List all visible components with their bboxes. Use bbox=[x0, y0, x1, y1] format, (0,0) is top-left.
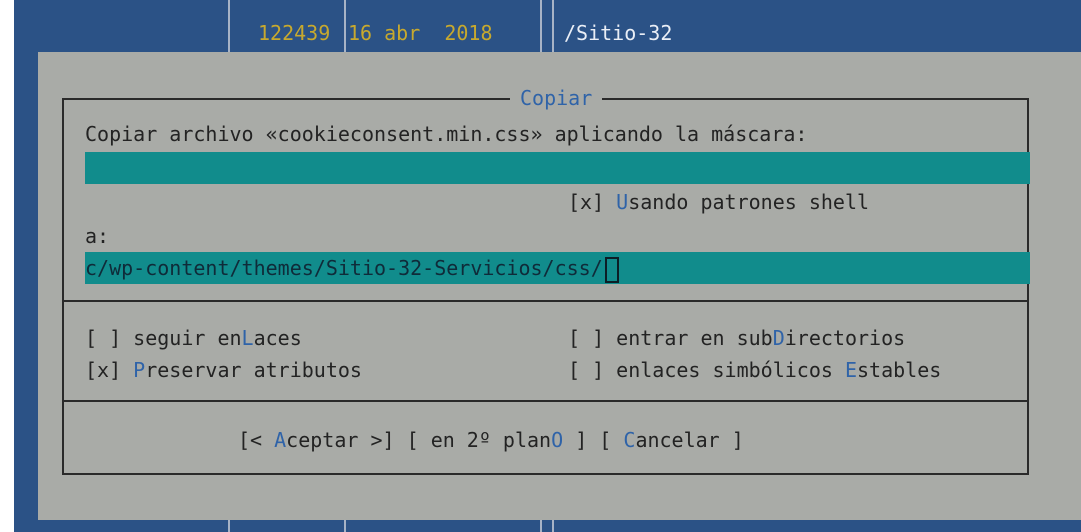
stable-symlinks-checkbox[interactable]: [ ] enlaces simbólicos Estables bbox=[568, 356, 941, 384]
hotkey-letter: O bbox=[551, 428, 564, 452]
section-divider bbox=[64, 300, 1027, 302]
destination-label: a: bbox=[85, 224, 110, 248]
preserve-attributes-checkbox[interactable]: [x] Preservar atributos bbox=[85, 356, 362, 384]
checkbox-mark: [ ] bbox=[85, 326, 122, 350]
checkbox-mark: [x] bbox=[85, 358, 122, 382]
copy-dialog-frame: Copiar Copiar archivo «cookieconsent.min… bbox=[62, 84, 1030, 475]
hotkey-letter: C bbox=[623, 428, 636, 452]
checkbox-mark: [ ] bbox=[568, 326, 605, 350]
copy-dialog: Copiar Copiar archivo «cookieconsent.min… bbox=[38, 52, 1081, 520]
button-row: [< Aceptar >] [ en 2º planO ] [ Cancelar… bbox=[238, 426, 744, 454]
file-size-cell: 122439 bbox=[258, 21, 331, 45]
background-button[interactable]: [ en 2º planO ] bbox=[407, 428, 588, 452]
hotkey-letter: L bbox=[241, 326, 254, 350]
follow-links-checkbox[interactable]: [ ] seguir enLaces bbox=[85, 324, 302, 352]
text-cursor bbox=[604, 256, 619, 283]
hotkey-letter: D bbox=[772, 326, 785, 350]
dialog-title: Copiar bbox=[510, 84, 603, 112]
destination-input[interactable]: c/wp-content/themes/Sitio-32-Servicios/c… bbox=[85, 252, 1030, 284]
hotkey-letter: E bbox=[844, 358, 857, 382]
hotkey-letter: A bbox=[274, 428, 287, 452]
dive-subdirectories-checkbox[interactable]: [ ] entrar en subDirectorios bbox=[568, 324, 905, 352]
copy-prompt-label: Copiar archivo «cookieconsent.min.css» a… bbox=[85, 122, 808, 146]
hotkey-letter: U bbox=[616, 190, 629, 214]
destination-input-value: c/wp-content/themes/Sitio-32-Servicios/c… bbox=[85, 256, 603, 280]
section-divider bbox=[64, 400, 1027, 402]
file-name-cell: /Sitio-32 bbox=[564, 21, 673, 45]
checkbox-mark: [ ] bbox=[568, 358, 605, 382]
hotkey-letter: P bbox=[133, 358, 146, 382]
ok-button[interactable]: [< Aceptar >] bbox=[238, 428, 395, 452]
mask-input[interactable]: * bbox=[85, 152, 1030, 184]
file-date-cell: 16 abr 2018 bbox=[348, 21, 493, 45]
checkbox-mark: [x] bbox=[568, 190, 605, 214]
cancel-button[interactable]: [ Cancelar ] bbox=[599, 428, 744, 452]
shell-patterns-checkbox[interactable]: [x] Usando patrones shell bbox=[568, 188, 869, 216]
